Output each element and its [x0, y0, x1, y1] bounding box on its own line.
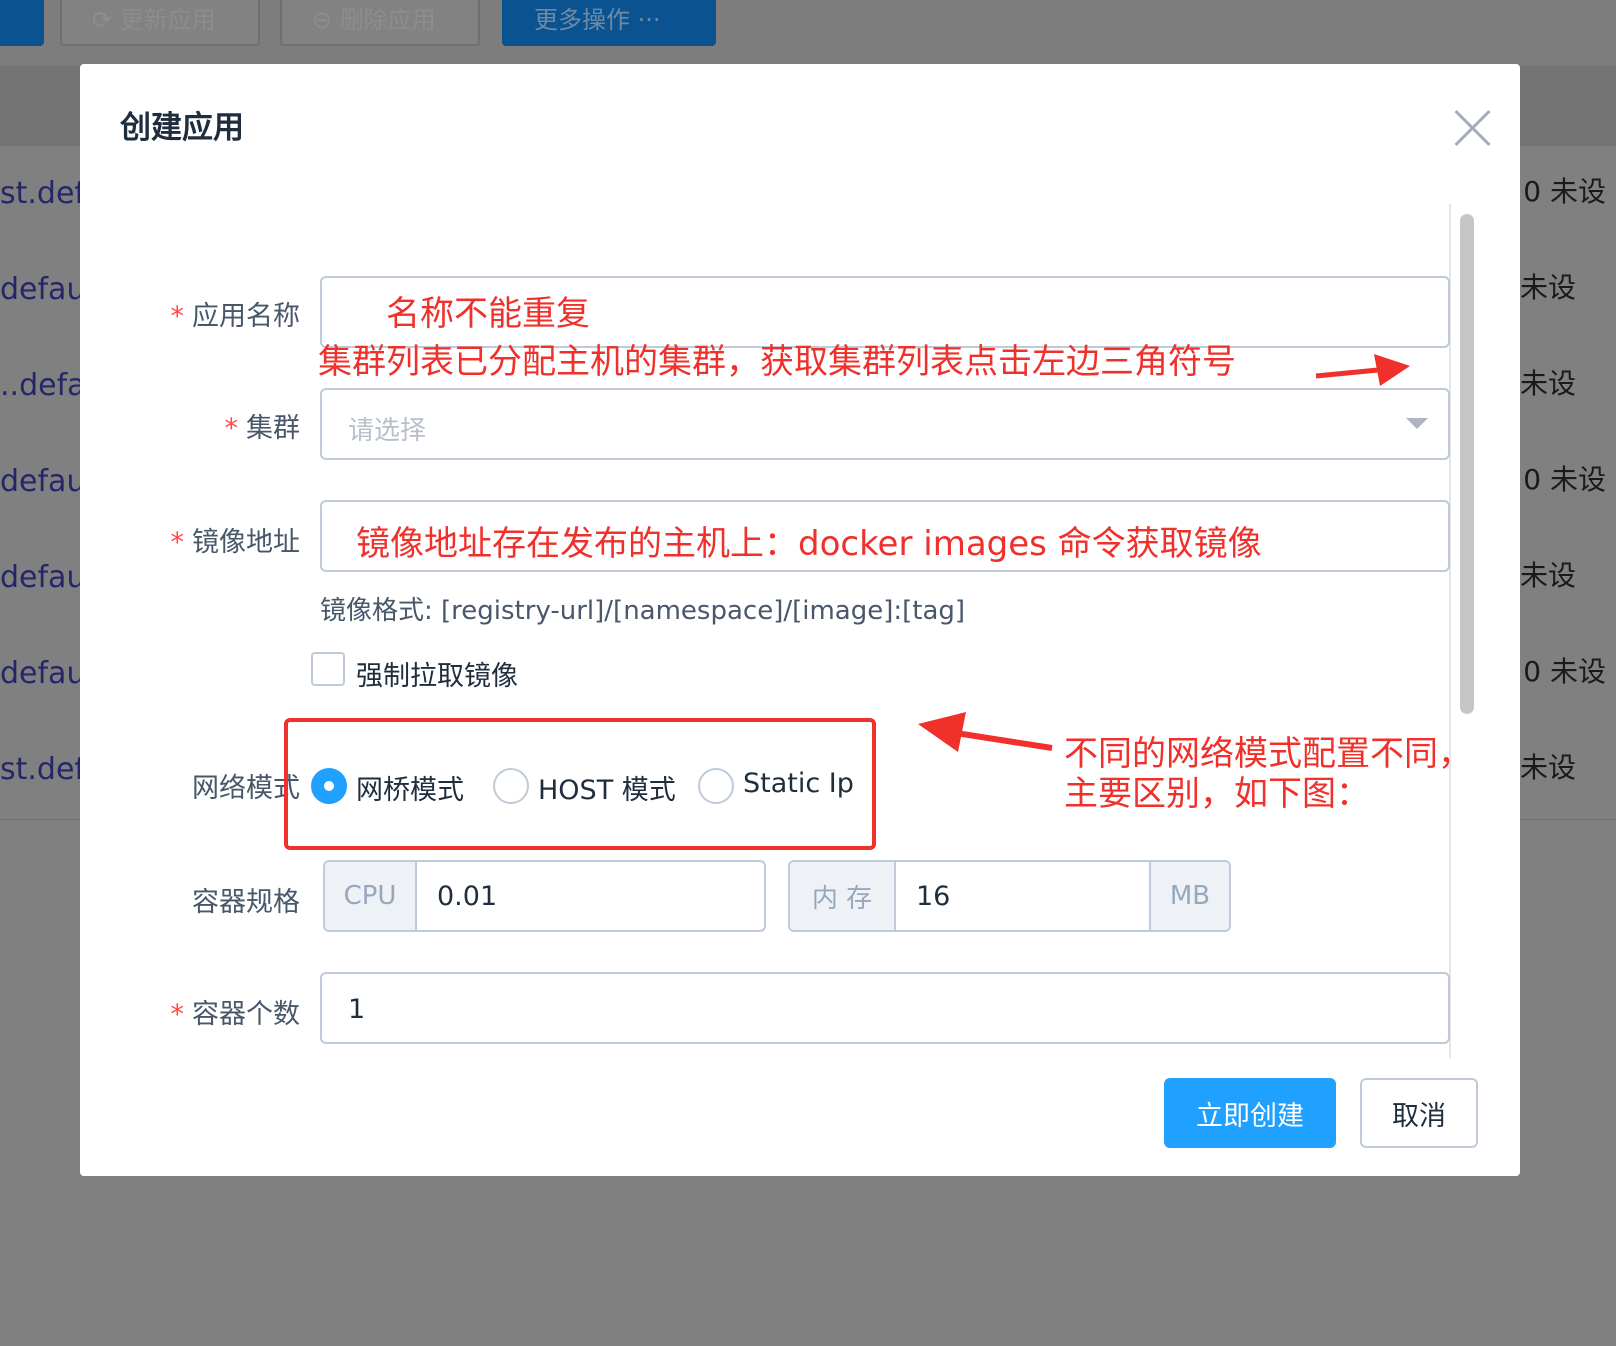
annotation-arrows [918, 354, 1410, 752]
network-arrow-shaft [955, 730, 1053, 751]
network-arrow-head [918, 712, 966, 752]
cluster-arrow-head [1374, 354, 1410, 386]
cluster-arrow-shaft [1315, 367, 1379, 379]
